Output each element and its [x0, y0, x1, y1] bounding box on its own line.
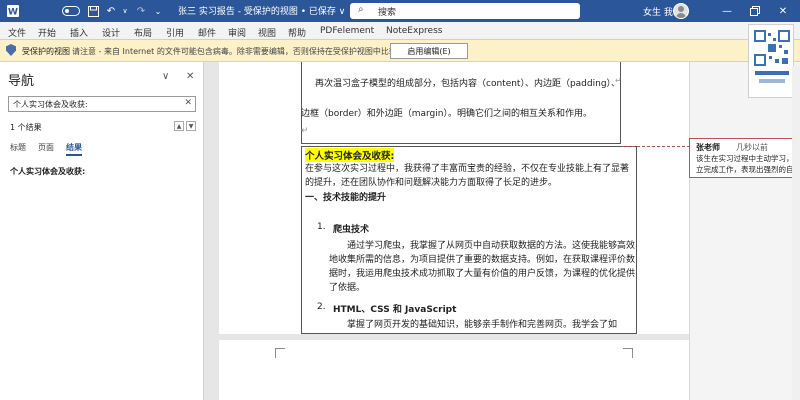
qr-code-icon: [753, 29, 791, 89]
minimize-icon[interactable]: —: [716, 3, 738, 19]
next-result-icon[interactable]: ▼: [186, 121, 196, 131]
title-bar: W ↶ ∨ ↷ ⌄ 张三 实习报告 - 受保护的视图 • 已保存 ∨ ⌕ 搜索 …: [0, 0, 800, 22]
qr-code-widget[interactable]: [748, 24, 794, 98]
highlighted-heading: 个人实习体会及收获:: [305, 148, 395, 162]
list-item-title: HTML、CSS 和 JavaScript: [333, 305, 457, 315]
shield-icon: [6, 44, 16, 56]
enable-editing-button[interactable]: 启用编辑(E): [390, 43, 468, 59]
clear-search-icon[interactable]: ✕: [184, 98, 192, 108]
redo-icon[interactable]: ↷: [134, 4, 148, 18]
result-count: 1 个结果: [10, 123, 42, 132]
tab-pdfelement[interactable]: PDFelement: [320, 26, 374, 36]
list-number: 1.: [317, 222, 326, 232]
paragraph-mark: ↵: [615, 76, 622, 85]
document-title[interactable]: 张三 实习报告 - 受保护的视图 • 已保存 ∨: [178, 4, 345, 17]
section-heading: 一、技术技能的提升: [305, 193, 387, 203]
comment-line: 该生在实习过程中主动学习，快速: [696, 154, 796, 163]
paragraph-mark: ↵: [301, 126, 309, 136]
list-item-body: 掌握了网页开发的基础知识，能够亲手制作和完善网页。我学会了如: [347, 320, 618, 330]
protected-view-bar: 受保护的视图 请注意 - 来自 Internet 的文件可能包含病毒。除非需要编…: [0, 40, 800, 62]
comment-connector: [622, 146, 690, 147]
ribbon-tabs: 文件 开始 插入 设计 布局 引用 邮件 审阅 视图 帮助 PDFelement…: [0, 22, 800, 40]
nav-title: 导航: [8, 74, 35, 89]
tab-design[interactable]: 设计: [102, 26, 120, 39]
restore-icon[interactable]: [744, 3, 766, 19]
tab-view[interactable]: 视图: [258, 26, 276, 39]
svg-text:W: W: [8, 8, 18, 18]
search-placeholder: 搜索: [378, 8, 397, 18]
comment-line: 立完成工作，表现出强烈的自我提: [696, 165, 796, 174]
nav-search-value: 个人实习体会及收获:: [13, 100, 88, 109]
tab-insert[interactable]: 插入: [70, 26, 88, 39]
paragraph-box-model-2: 边框（border）和外边距（margin）。明确它们之间的相互关系和作用。: [301, 109, 592, 119]
save-icon[interactable]: [86, 4, 100, 18]
search-box[interactable]: ⌕ 搜索: [350, 3, 580, 19]
undo-icon[interactable]: ↶: [104, 4, 118, 18]
word-icon: W: [6, 4, 20, 18]
user-name[interactable]: 女生 我: [643, 5, 673, 18]
protected-view-title: 受保护的视图: [22, 47, 70, 56]
nav-tab-pages[interactable]: 页面: [38, 142, 54, 153]
text-frame-top: [301, 62, 621, 144]
customize-icon[interactable]: ⌄: [152, 4, 164, 18]
tab-noteexpress[interactable]: NoteExpress: [386, 26, 442, 36]
nav-tab-results[interactable]: 结果: [66, 142, 82, 156]
comment-balloon[interactable]: 张老师 几秒以前 该生在实习过程中主动学习，快速 立完成工作，表现出强烈的自我提: [689, 138, 800, 178]
tab-file[interactable]: 文件: [8, 26, 26, 39]
intro-paragraph: 在参与这次实习过程中，我获得了丰富而宝贵的经验，不仅在专业技能上有了显著的提升，…: [305, 164, 630, 188]
next-page: [219, 340, 689, 400]
list-item-body: 通过学习爬虫，我掌握了从网页中自动获取数据的方法。这使我能够高效地收集所需的信息…: [329, 241, 636, 293]
nav-tab-headings[interactable]: 标题: [10, 142, 26, 153]
tab-home[interactable]: 开始: [38, 26, 56, 39]
protected-view-message: 请注意 - 来自 Internet 的文件可能包含病毒。除非需要编辑，否则保持在…: [72, 47, 421, 56]
vertical-scrollbar[interactable]: [792, 66, 800, 400]
comment-author: 张老师: [696, 143, 720, 152]
navigation-pane: 导航 ∨ ✕ 个人实习体会及收获: ✕ 1 个结果 ▲ ▼ 标题 页面 结果 个…: [0, 62, 204, 400]
document-area[interactable]: 再次温习盒子模型的组成部分，包括内容（content）、内边距（padding）…: [205, 62, 800, 400]
tab-mailings[interactable]: 邮件: [198, 26, 216, 39]
markup-margin: [689, 62, 800, 400]
avatar[interactable]: [673, 3, 689, 19]
nav-search-input[interactable]: 个人实习体会及收获: ✕: [8, 96, 196, 112]
close-icon[interactable]: ✕: [186, 71, 194, 82]
comment-body: 该生在实习过程中主动学习，快速 立完成工作，表现出强烈的自我提: [696, 153, 796, 175]
previous-result-icon[interactable]: ▲: [174, 121, 184, 131]
tab-review[interactable]: 审阅: [228, 26, 246, 39]
crop-mark: [623, 348, 633, 358]
search-icon: ⌕: [358, 4, 364, 15]
chevron-down-icon[interactable]: ∨: [162, 71, 169, 82]
undo-dropdown-icon[interactable]: ∨: [120, 4, 130, 18]
list-number: 2.: [317, 302, 326, 312]
tab-layout[interactable]: 布局: [134, 26, 152, 39]
tab-help[interactable]: 帮助: [288, 26, 306, 39]
crop-mark: [275, 348, 285, 358]
tab-references[interactable]: 引用: [166, 26, 184, 39]
autosave-toggle[interactable]: [62, 6, 80, 16]
close-icon[interactable]: ✕: [772, 3, 794, 19]
nav-result-item[interactable]: 个人实习体会及收获:: [10, 166, 85, 177]
paragraph-box-model: 再次温习盒子模型的组成部分，包括内容（content）、内边距（padding）…: [315, 79, 621, 89]
page-gap: [219, 334, 689, 400]
list-item-title: 爬虫技术: [333, 225, 370, 235]
comment-time: 几秒以前: [736, 143, 768, 152]
